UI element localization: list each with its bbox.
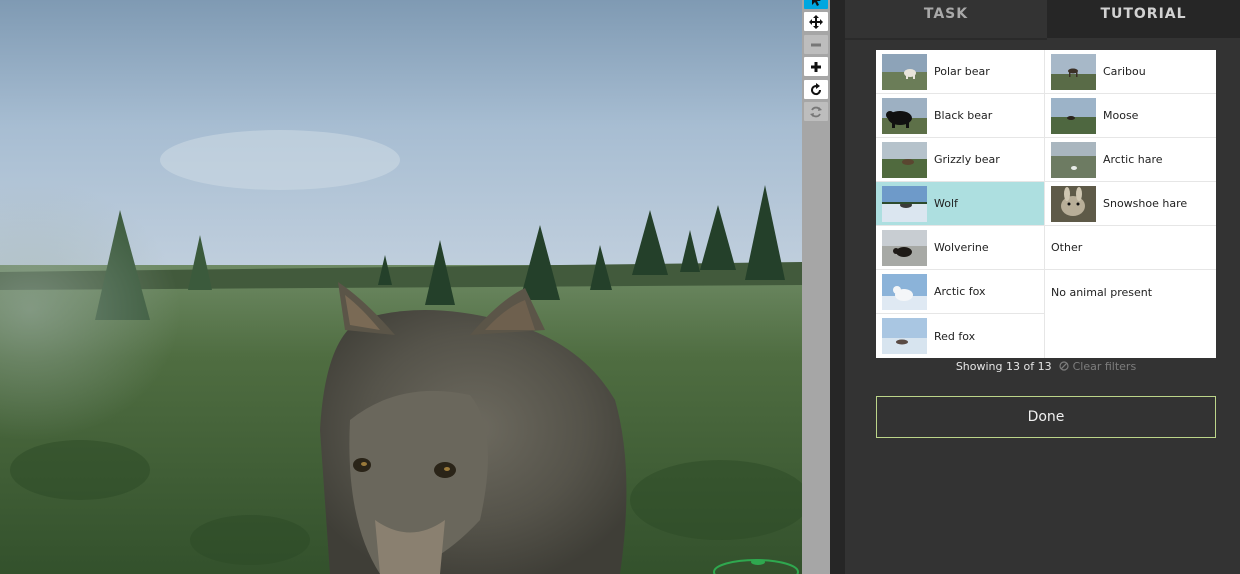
caribou-thumbnail [1051,53,1096,90]
choice-label: Snowshoe hare [1103,197,1188,210]
grizzly-bear-thumbnail [882,141,927,178]
species-choice-grid: Polar bear Black bear Grizzly bear Wolf [876,50,1216,358]
black-bear-thumbnail [882,97,927,134]
classification-panel: TASK TUTORIAL Polar bear Black bear Griz… [845,0,1240,574]
minus-icon [811,43,821,46]
move-arrows-icon [809,14,823,29]
choice-label: Wolf [934,197,958,210]
choice-other[interactable]: Other [1045,226,1216,270]
moose-thumbnail [1051,97,1096,134]
choice-label: Wolverine [934,241,989,254]
pan-tool-button[interactable] [804,12,828,31]
zoom-in-button[interactable] [804,57,828,76]
choice-label: Arctic hare [1103,153,1163,166]
panel-divider [830,0,845,574]
clear-filters-label: Clear filters [1072,360,1137,373]
wolverine-thumbnail [882,229,927,266]
arctic-hare-thumbnail [1051,141,1096,178]
zoom-out-button[interactable] [804,35,828,54]
choice-polar-bear[interactable]: Polar bear [876,50,1044,94]
choice-column-right: Caribou Moose Arctic hare Snowshoe hare [1044,50,1216,358]
choice-label: Black bear [934,109,993,122]
choice-label: Red fox [934,329,976,343]
rotate-icon [811,82,822,95]
choice-caribou[interactable]: Caribou [1045,50,1216,94]
choice-arctic-hare[interactable]: Arctic hare [1045,138,1216,182]
choice-label: Other [1051,241,1083,254]
choice-no-animal-present[interactable]: No animal present [1045,270,1216,314]
wolf-thumbnail [882,185,927,222]
ban-icon [1059,361,1069,371]
tab-task[interactable]: TASK [845,0,1047,38]
panel-tabs: TASK TUTORIAL [845,0,1240,40]
choice-label: Polar bear [934,65,990,78]
choice-black-bear[interactable]: Black bear [876,94,1044,138]
reset-button[interactable] [804,102,828,121]
trail-camera-photo [0,0,802,574]
image-toolbar [802,0,830,574]
choice-snowshoe-hare[interactable]: Snowshoe hare [1045,182,1216,226]
choice-label: Moose [1103,109,1139,122]
showing-count: Showing 13 of 13 [955,360,1052,373]
choice-column-left: Polar bear Black bear Grizzly bear Wolf [876,50,1044,358]
choice-label: Grizzly bear [934,153,1000,166]
polar-bear-thumbnail [882,53,927,90]
choice-wolf[interactable]: Wolf [876,182,1044,226]
cursor-arrow-icon [812,0,821,6]
choice-grizzly-bear[interactable]: Grizzly bear [876,138,1044,182]
subject-image-viewer[interactable] [0,0,802,574]
choice-label: Arctic fox [934,285,986,298]
choice-wolverine[interactable]: Wolverine [876,226,1044,270]
pointer-tool-button[interactable] [804,0,828,9]
red-fox-thumbnail [882,318,927,354]
tab-underline [845,38,1047,40]
filter-status: Showing 13 of 13 Clear filters [876,360,1216,376]
choice-label: Caribou [1103,65,1146,78]
reset-icon [810,106,822,117]
done-button[interactable]: Done [876,396,1216,438]
rotate-button[interactable] [804,80,828,99]
snowshoe-hare-thumbnail [1051,185,1096,222]
arctic-fox-thumbnail [882,273,927,310]
choice-arctic-fox[interactable]: Arctic fox [876,270,1044,314]
plus-icon [811,61,821,72]
choice-label: No animal present [1051,285,1153,299]
choice-moose[interactable]: Moose [1045,94,1216,138]
tab-tutorial[interactable]: TUTORIAL [1047,0,1240,38]
clear-filters-button[interactable]: Clear filters [1059,360,1136,373]
choice-red-fox[interactable]: Red fox [876,314,1044,358]
